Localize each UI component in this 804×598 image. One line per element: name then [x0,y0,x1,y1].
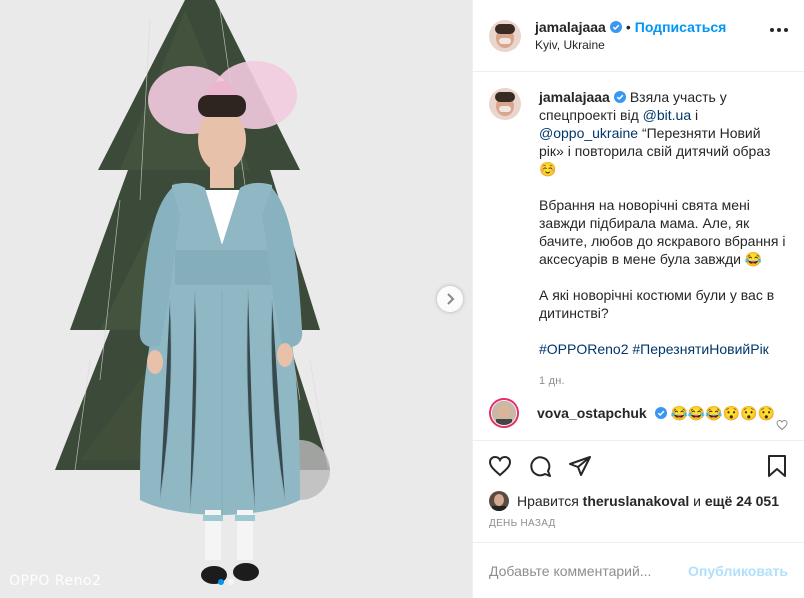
carousel-indicator [218,579,234,585]
caption-paragraph-3: А які новорічні костюми були у вас в дит… [539,287,779,321]
author-avatar[interactable] [489,19,521,52]
post-sidebar: jamalajaaa • Подписаться Kyiv, Ukraine j… [472,0,804,598]
mention-link[interactable]: @oppo_ukraine [539,125,638,141]
like-button[interactable] [487,453,513,479]
action-bar [473,440,804,490]
comment-item: vova_ostapchuk 😂😂😂😯😯😯 [489,398,788,431]
send-icon [569,455,591,476]
likes-count[interactable]: ещё 24 051 [705,493,779,509]
post-caption: jamalajaaa Взяла участь у спецпроекті від… [489,88,788,390]
caption-username[interactable]: jamalajaaa [539,89,610,105]
post-header: jamalajaaa • Подписаться Kyiv, Ukraine [473,0,804,72]
caption-paragraph-2: Вбрання на новорічні свята мені завжди п… [539,197,790,267]
like-comment-icon[interactable] [776,418,788,434]
avatar-image [489,491,509,511]
verified-badge-icon [613,91,626,103]
follow-button[interactable]: Подписаться [635,19,727,35]
avatar-image [489,19,521,52]
mention-link[interactable]: @bit.ua [643,107,691,123]
caption-text: і [691,107,702,123]
add-comment-form: Опубликовать [473,542,804,598]
verified-badge-icon [654,406,667,419]
likes-summary: Нравится theruslanakoval и ещё 24 051 [473,490,804,512]
next-photo-button[interactable] [437,286,463,312]
avatar-image [489,88,521,120]
verified-badge-icon [609,21,622,33]
comment-icon [530,455,551,477]
caption-paragraph-1: jamalajaaa Взяла участь у спецпроекті від… [539,88,787,178]
commenter-avatar[interactable] [489,398,519,428]
comment-text: 😂😂😂😯😯😯 [670,404,776,421]
likes-prefix: Нравится [517,493,579,509]
header-separator: • [625,19,631,35]
share-button[interactable] [567,453,593,479]
bookmark-icon [768,455,786,477]
chevron-right-icon [447,293,455,305]
liker-username[interactable]: theruslanakoval [583,493,690,509]
publish-button[interactable]: Опубликовать [688,563,788,579]
post-location[interactable]: Kyiv, Ukraine [535,38,726,52]
carousel-dot [218,579,224,585]
instagram-post: OPPO Reno2 jamalajaaa • Подписаться Kyiv… [0,0,804,598]
post-photo [0,0,472,598]
more-options-icon[interactable] [770,28,788,32]
caption-time[interactable]: 1 дн. [539,372,787,390]
caption-hashtags: #OPPOReno2 #ПерезнятиНовийРік [539,340,787,358]
author-username[interactable]: jamalajaaa [535,19,606,35]
commenter-username[interactable]: vova_ostapchuk [537,405,647,421]
liker-avatar[interactable] [489,491,509,511]
hashtag-link[interactable]: #OPPOReno2 [539,341,629,357]
likes-middle: и [689,493,705,509]
post-date[interactable]: ДЕНЬ НАЗАД [473,512,804,542]
save-button[interactable] [764,453,790,479]
carousel-dot [228,579,234,585]
heart-icon [488,455,512,476]
comment-input[interactable] [489,562,679,579]
comments-area: jamalajaaa Взяла участь у спецпроекті від… [473,72,804,440]
caption-avatar[interactable] [489,88,521,120]
avatar-image [492,401,516,425]
hashtag-link[interactable]: #ПерезнятиНовийРік [632,341,768,357]
camera-watermark: OPPO Reno2 [9,573,102,589]
post-media[interactable]: OPPO Reno2 [0,0,472,598]
comment-button[interactable] [527,453,553,479]
